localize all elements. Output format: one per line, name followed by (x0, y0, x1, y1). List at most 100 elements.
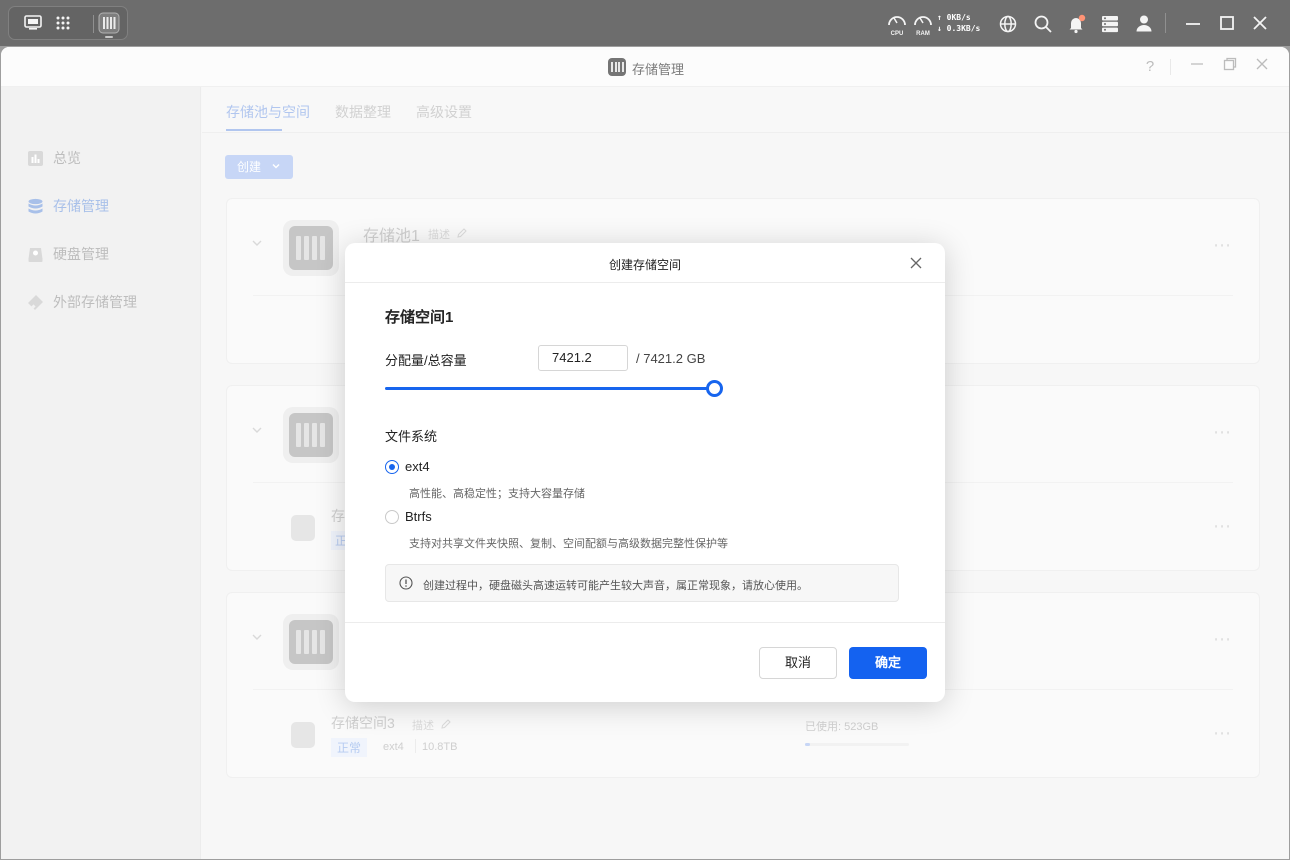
more-options-icon[interactable]: ⋯ (1213, 629, 1232, 650)
window-titlebar[interactable]: 存储管理 ? (1, 47, 1289, 87)
usage-bar (805, 743, 909, 746)
help-icon[interactable]: ? (1140, 57, 1160, 77)
tab-defrag[interactable]: 数据整理 (335, 102, 391, 122)
cpu-label: CPU (890, 31, 904, 37)
radio-ext4[interactable] (385, 460, 399, 474)
volume-name-heading: 存储空间1 (385, 309, 454, 326)
dialog-header: 创建存储空间 (345, 243, 945, 283)
titlebar-divider (1170, 59, 1171, 75)
bell-icon[interactable] (1064, 12, 1088, 36)
globe-icon[interactable] (996, 12, 1020, 36)
network-speed[interactable]: ↑ 0KB/s ↓ 0.3KB/s (937, 12, 989, 34)
hard-disk-icon (27, 246, 44, 263)
taskbar-divider (93, 15, 94, 33)
window-minimize-icon[interactable] (1187, 57, 1207, 77)
ram-label: RAM (916, 31, 930, 37)
chevron-down-icon (271, 155, 281, 179)
chevron-down-icon[interactable] (251, 631, 263, 646)
volume-size: 10.8TB (422, 741, 458, 753)
pencil-icon[interactable] (440, 717, 452, 735)
create-volume-dialog: 创建存储空间 存储空间1 分配量/总容量 7421.2 / 7421.2 GB … (345, 243, 945, 702)
minimize-icon[interactable] (1181, 11, 1205, 35)
total-capacity: / 7421.2 GB (636, 351, 706, 366)
chevron-down-icon[interactable] (251, 424, 263, 439)
more-options-icon[interactable]: ⋯ (1213, 516, 1232, 537)
more-options-icon[interactable]: ⋯ (1213, 723, 1232, 744)
user-icon[interactable] (1132, 11, 1156, 35)
more-options-icon[interactable]: ⋯ (1213, 422, 1232, 443)
option-btrfs-label[interactable]: Btrfs (405, 509, 432, 524)
sidebar-item-disks[interactable]: 硬盘管理 (27, 243, 109, 265)
app-grid-icon[interactable] (51, 11, 75, 35)
chevron-down-icon[interactable] (251, 237, 263, 252)
status-badge: 正常 (331, 738, 368, 757)
notice-box: 创建过程中，硬盘磁头高速运转可能产生较大声音，属正常现象，请放心使用。 (385, 564, 899, 602)
sidebar-item-overview[interactable]: 总览 (27, 147, 81, 169)
desktop-icon[interactable] (21, 11, 45, 35)
dialog-footer-divider (345, 622, 945, 623)
confirm-button[interactable]: 确定 (849, 647, 927, 679)
upload-speed: ↑ 0KB/s (937, 13, 971, 22)
create-dropdown-button[interactable]: 创建 (225, 155, 293, 179)
filesystem-type: ext4 (383, 741, 404, 753)
storage-pool-icon (283, 220, 339, 276)
cpu-meter[interactable]: CPU (886, 11, 908, 37)
sidebar-item-label: 总览 (53, 150, 81, 166)
volume-icon (291, 515, 315, 541)
radio-btrfs[interactable] (385, 510, 399, 524)
pool-description[interactable]: 描述 (428, 226, 450, 242)
taskbar-app-group (8, 6, 128, 40)
more-options-icon[interactable]: ⋯ (1213, 235, 1232, 256)
window-close-icon[interactable] (1252, 57, 1272, 77)
sidebar-item-label: 外部存储管理 (53, 294, 137, 310)
close-icon[interactable] (1248, 11, 1272, 35)
dialog-title: 创建存储空间 (608, 258, 681, 272)
tab-storage-pools[interactable]: 存储池与空间 (226, 102, 310, 122)
database-icon (27, 198, 44, 215)
sidebar-item-label: 硬盘管理 (53, 246, 109, 262)
allocation-label: 分配量/总容量 (385, 353, 467, 368)
volume-icon (291, 722, 315, 748)
active-tab-indicator (226, 129, 282, 131)
storage-pool-icon (283, 407, 339, 463)
sidebar-item-storage[interactable]: 存储管理 (27, 195, 109, 217)
volume-name: 存 (331, 508, 345, 524)
used-capacity: 已使用: 523GB (805, 721, 879, 733)
search-icon[interactable] (1031, 12, 1055, 36)
window-restore-icon[interactable] (1220, 57, 1240, 77)
filesystem-label: 文件系统 (385, 429, 438, 444)
cancel-button[interactable]: 取消 (759, 647, 837, 679)
close-icon[interactable] (907, 254, 925, 272)
active-app-indicator (105, 36, 113, 38)
allocation-slider[interactable] (385, 387, 715, 390)
chart-icon (27, 150, 44, 167)
window-title: 存储管理 (632, 62, 685, 77)
sidebar-item-label: 存储管理 (53, 198, 109, 214)
usb-drive-icon (27, 294, 44, 311)
create-button-label: 创建 (237, 160, 262, 174)
option-btrfs-description: 支持对共享文件夹快照、复制、空间配额与高级数据完整性保护等 (409, 538, 728, 550)
storage-manager-taskbar-icon[interactable] (97, 11, 121, 35)
tab-advanced[interactable]: 高级设置 (416, 102, 472, 122)
maximize-icon[interactable] (1215, 11, 1239, 35)
ram-meter[interactable]: RAM (912, 11, 934, 37)
storage-pool-icon (283, 614, 339, 670)
tab-bar: 存储池与空间 数据整理 高级设置 (202, 87, 1289, 133)
divider (415, 739, 416, 753)
sidebar: 总览 存储管理 硬盘管理 外部存储管理 (1, 87, 201, 859)
server-status-icon[interactable] (1098, 12, 1122, 36)
notice-text: 创建过程中，硬盘磁头高速运转可能产生较大声音，属正常现象，请放心使用。 (423, 580, 808, 592)
slider-handle[interactable] (706, 380, 723, 397)
system-taskbar: CPU RAM ↑ 0KB/s ↓ 0.3KB/s (0, 0, 1290, 46)
volume-name: 存储空间3 (331, 715, 395, 731)
option-ext4-label[interactable]: ext4 (405, 459, 430, 474)
allocation-input[interactable]: 7421.2 (538, 345, 628, 371)
sidebar-item-external-storage[interactable]: 外部存储管理 (27, 291, 137, 313)
pencil-icon[interactable] (456, 226, 468, 244)
info-icon (399, 576, 413, 595)
option-ext4-description: 高性能、高稳定性；支持大容量存储 (409, 488, 585, 500)
volume-description[interactable]: 描述 (412, 717, 434, 733)
storage-manager-app-icon (608, 58, 626, 76)
usage-bar-fill (805, 743, 811, 746)
download-speed: ↓ 0.3KB/s (937, 24, 981, 33)
